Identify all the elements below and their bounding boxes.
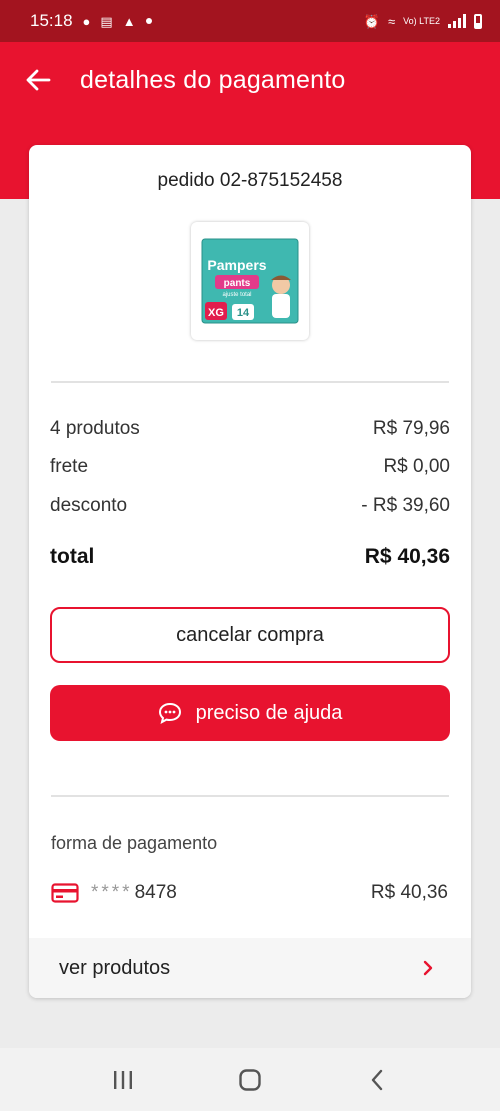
arrow-left-icon [26, 69, 51, 91]
wifi-icon: ≈ [388, 13, 396, 29]
divider-bottom [51, 795, 449, 797]
product-thumbnail[interactable]: Pampers pants ajuste total XG 14 [191, 222, 309, 340]
summary-products-row: 4 produtos R$ 79,96 [50, 418, 450, 440]
system-nav-bar [0, 1048, 500, 1111]
recent-apps-button[interactable] [103, 1060, 143, 1100]
chat-bubble-icon [158, 702, 181, 724]
discount-label: desconto [50, 495, 128, 516]
notification-icon: ● [82, 13, 91, 29]
total-value: R$ 40,36 [364, 545, 450, 568]
status-time: 15:18 [30, 11, 73, 30]
product-image: Pampers pants ajuste total XG 14 [201, 238, 299, 324]
help-button-label: preciso de ajuda [195, 701, 343, 724]
signal-icon [448, 14, 466, 28]
card-last-digits: 8478 [134, 882, 177, 903]
recent-apps-icon [114, 1070, 133, 1089]
summary-total-row: total R$ 40,36 [50, 545, 450, 569]
payment-details-card: pedido 02-875152458 Pampers pants ajuste… [29, 145, 471, 998]
alarm-icon: ⏰ [363, 13, 380, 29]
status-right: ⏰ ≈ Vo) LTE2 [363, 13, 482, 29]
payment-method-label: forma de pagamento [51, 833, 218, 853]
wallet-icon: ▤ [100, 13, 113, 29]
credit-card-icon [51, 883, 79, 903]
total-label: total [50, 545, 95, 568]
view-products-link[interactable]: ver produtos [29, 938, 471, 998]
products-label: 4 produtos [50, 418, 140, 439]
page-title: detalhes do pagamento [80, 66, 346, 94]
chevron-left-icon [371, 1069, 382, 1090]
svg-text:XG: XG [208, 307, 224, 319]
status-bar: 15:18 ● ▤ ▲ ⏰ ≈ Vo) LTE2 [0, 0, 500, 42]
view-products-label: ver produtos [59, 956, 171, 979]
home-button[interactable] [230, 1060, 270, 1100]
battery-icon [474, 13, 482, 29]
shipping-label: frete [50, 456, 89, 477]
svg-text:14: 14 [237, 307, 250, 319]
card-number-mask: **** [91, 882, 133, 903]
status-left: 15:18 ● ▤ ▲ [30, 11, 152, 31]
chevron-right-icon [423, 960, 433, 976]
system-back-button[interactable] [357, 1060, 397, 1100]
summary-discount-row: desconto - R$ 39,60 [50, 495, 450, 517]
payment-amount: R$ 40,36 [370, 882, 448, 903]
payment-method-row: **** 8478 R$ 40,36 [51, 878, 448, 908]
divider-top [51, 381, 449, 383]
help-button[interactable]: preciso de ajuda [50, 685, 450, 741]
network-label: Vo) LTE2 [403, 15, 440, 26]
home-icon [239, 1068, 261, 1091]
shipping-value: R$ 0,00 [383, 456, 450, 477]
discount-value: - R$ 39,60 [361, 495, 450, 516]
order-number: pedido 02-875152458 [157, 170, 343, 191]
cancel-purchase-button[interactable]: cancelar compra [50, 607, 450, 663]
svg-text:ajuste total: ajuste total [222, 292, 251, 298]
warning-icon: ▲ [122, 13, 136, 29]
summary-shipping-row: frete R$ 0,00 [50, 456, 450, 478]
more-dot-icon [145, 18, 152, 24]
products-value: R$ 79,96 [372, 418, 450, 439]
back-button[interactable] [22, 64, 54, 96]
svg-text:Pampers: Pampers [207, 257, 266, 273]
svg-text:pants: pants [224, 278, 251, 289]
